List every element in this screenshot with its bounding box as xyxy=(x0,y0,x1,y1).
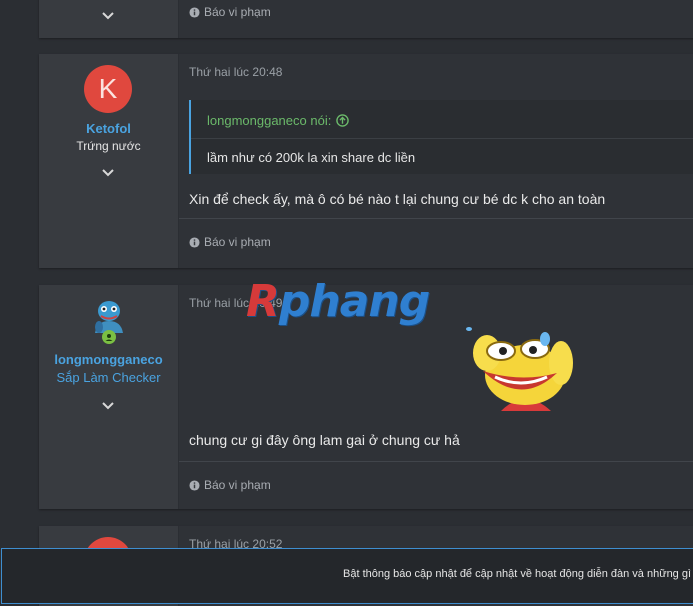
report-label: Báo vi phạm xyxy=(204,478,271,492)
post-previous: Báo vi phạm xyxy=(39,0,693,38)
info-icon xyxy=(189,236,200,248)
user-title: Trứng nước xyxy=(76,139,141,153)
quote-block: longmongganeco nói: lầm như có 200k la x… xyxy=(189,100,693,174)
user-panel: longmongganeco Sắp Làm Checker xyxy=(39,285,179,509)
info-icon xyxy=(189,479,200,491)
post-ketofol: K Ketofol Trứng nước Thứ hai lúc 20:48 l… xyxy=(39,54,693,268)
arrow-up-circle-icon xyxy=(336,114,350,127)
post-main: Báo vi phạm xyxy=(179,0,693,38)
report-label: Báo vi phạm xyxy=(204,5,271,19)
chevron-down-icon[interactable] xyxy=(101,166,115,180)
avatar[interactable]: K xyxy=(84,65,132,113)
post-message: chung cư gi đây ông lam gai ở chung cư h… xyxy=(189,432,460,448)
post-date[interactable]: Thứ hai lúc 20:48 xyxy=(189,65,282,79)
chevron-down-icon[interactable] xyxy=(101,399,115,413)
watermark-rest: phang xyxy=(278,276,430,327)
user-panel xyxy=(39,0,179,38)
report-label: Báo vi phạm xyxy=(204,235,271,249)
post-main: Thứ hai lúc 20:48 longmongganeco nói: lầ… xyxy=(179,54,693,268)
quote-text: lầm như có 200k la xin share dc liền xyxy=(207,150,416,165)
info-icon xyxy=(189,6,200,18)
user-panel: K Ketofol Trứng nước xyxy=(39,54,179,268)
username-link[interactable]: longmongganeco xyxy=(39,352,178,367)
post-footer-divider xyxy=(179,461,693,462)
chevron-down-icon[interactable] xyxy=(101,9,115,23)
username-link[interactable]: Ketofol xyxy=(39,121,178,136)
avatar[interactable] xyxy=(89,297,129,347)
post-footer-divider xyxy=(179,218,693,219)
user-title: Sắp Làm Checker xyxy=(56,370,161,385)
quote-header[interactable]: longmongganeco nói: xyxy=(207,113,350,128)
report-link[interactable]: Báo vi phạm xyxy=(189,5,271,19)
report-link[interactable]: Báo vi phạm xyxy=(189,235,271,249)
site-watermark: Rphang xyxy=(246,276,430,327)
quote-author: longmongganeco nói: xyxy=(207,113,332,128)
watermark-first-letter: R xyxy=(246,276,280,327)
pepe-laughing-sticker xyxy=(466,327,573,411)
report-link[interactable]: Báo vi phạm xyxy=(189,478,271,492)
notice-text: Bật thông báo cập nhật để cập nhật về ho… xyxy=(343,568,693,580)
post-message: Xin để check ấy, mà ô có bé nào t lại ch… xyxy=(189,191,606,207)
push-notification-banner[interactable]: Bật thông báo cập nhật để cập nhật về ho… xyxy=(1,548,693,604)
quote-divider xyxy=(191,138,693,139)
left-margin xyxy=(0,0,36,606)
